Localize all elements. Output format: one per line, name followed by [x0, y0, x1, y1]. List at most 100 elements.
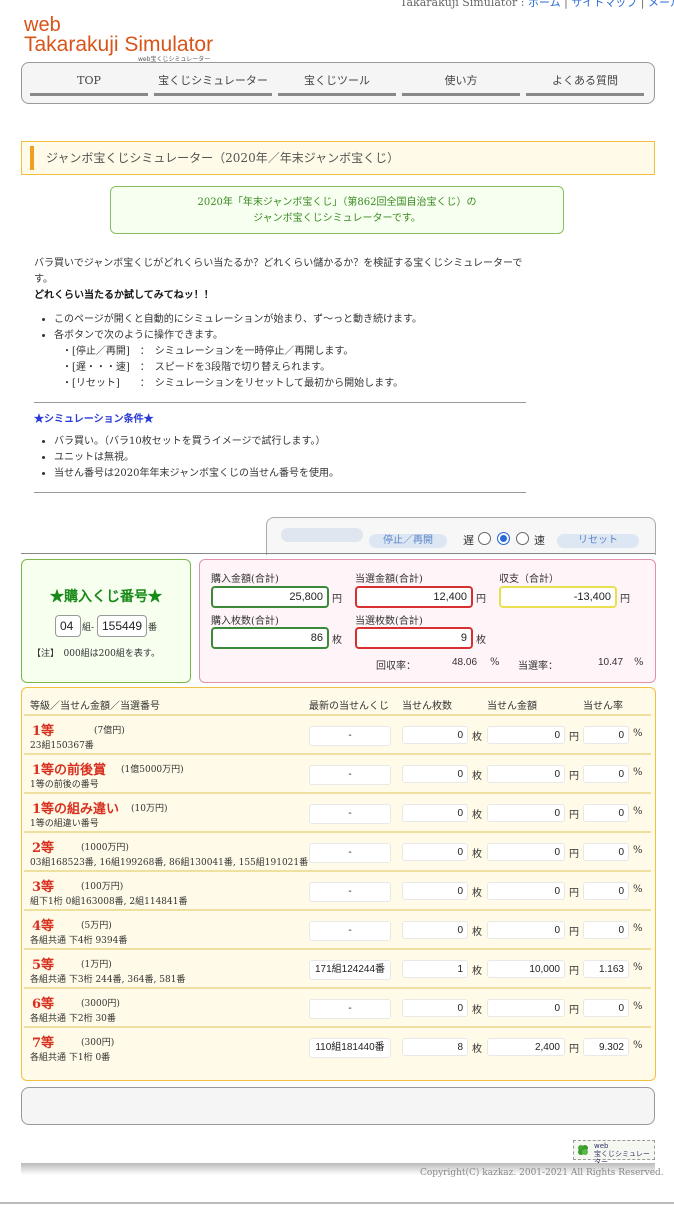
win-amount: 0: [487, 882, 565, 900]
winning-numbers: 各組共通 下2桁 30番: [30, 1014, 116, 1024]
speed-radio-slow[interactable]: [478, 532, 491, 545]
latest-win: -: [309, 882, 391, 902]
ticket-note: 【注】 000組は200組を表す。: [32, 649, 160, 659]
win-rate: 0: [583, 999, 629, 1017]
conditions-title: ★シミュレーション条件★: [34, 414, 154, 425]
reset-button[interactable]: リセット: [557, 534, 639, 548]
link-sitemap[interactable]: サイトマップ: [571, 0, 637, 9]
nav-howto[interactable]: 使い方: [402, 73, 520, 96]
count-unit: 枚: [472, 810, 482, 821]
page-title: ジャンボ宝くじシミュレーター（2020年／年末ジャンボ宝くじ）: [46, 151, 400, 165]
link-mail[interactable]: メール: [648, 0, 674, 9]
rate-unit: %: [633, 806, 643, 817]
grade-prize: (1000万円): [81, 843, 129, 853]
grade-prize: (5万円): [81, 921, 112, 931]
latest-win: 171組124244番: [309, 960, 391, 980]
nav-simulator[interactable]: 宝くじシミュレーター: [154, 73, 272, 96]
op-pause: ・[停止／再開] ： シミュレーションを一時停止／再開します。: [62, 346, 354, 357]
bullet-1: このページが開くと自動的にシミュレーションが始まり、ず〜っと動き続けます。: [54, 312, 528, 328]
th-rate: 当せん率: [583, 701, 623, 712]
table-row: 2等 (1000万円) 03組168523番, 16組199268番, 86組130…: [24, 831, 651, 869]
win-rate: 0: [583, 882, 629, 900]
pause-resume-button[interactable]: 停止／再開: [369, 534, 447, 548]
table-row: 6等 (3000円) 各組共通 下2桁 30番 -0 枚 0 円 0%: [24, 987, 651, 1025]
divider-2: [34, 492, 526, 493]
winning-numbers: 03組168523番, 16組199268番, 86組130041番, 155組…: [30, 858, 309, 868]
nav-tools[interactable]: 宝くじツール: [278, 73, 396, 96]
balance-unit: 円: [620, 594, 630, 605]
win-amount: 0: [487, 843, 565, 861]
rate-unit: %: [633, 845, 643, 856]
latest-win: 110組181440番: [309, 1038, 391, 1058]
purchase-amount: 25,800: [211, 586, 329, 608]
win-rate: 0: [583, 921, 629, 939]
grade-name: 2等: [32, 841, 55, 856]
main-nav: TOP 宝くじシミュレーター 宝くじツール 使い方 よくある質問: [21, 62, 655, 104]
return-rate-unit: %: [490, 657, 500, 668]
table-row: 1等 (7億円) 23組150367番 -0 枚 0 円 0%: [24, 714, 651, 752]
win-amount: 10,000: [487, 960, 565, 978]
nav-top[interactable]: TOP: [30, 73, 148, 96]
section-title: ジャンボ宝くじシミュレーター（2020年／年末ジャンボ宝くじ）: [21, 141, 655, 175]
amount-unit: 円: [569, 888, 579, 899]
notice-box: 2020年「年末ジャンボ宝くじ」（第862回全国自治宝くじ）の ジャンボ宝くじシ…: [110, 186, 564, 234]
win-amount: 0: [487, 804, 565, 822]
notice-line-1: 2020年「年末ジャンボ宝くじ」（第862回全国自治宝くじ）の: [197, 197, 477, 208]
rate-unit: %: [633, 728, 643, 739]
amount-unit: 円: [569, 1044, 579, 1055]
site-logo[interactable]: web Takarakuji Simulator web宝くじシミュレーター: [24, 15, 213, 64]
page-bottom-line: [0, 1202, 674, 1204]
purchase-amount-label: 購入金額(合計): [211, 574, 279, 585]
fast-label: 速: [534, 534, 545, 547]
win-count: 0: [402, 843, 468, 861]
grade-name: 1等の前後賞: [32, 763, 107, 778]
win-rate: 0: [583, 843, 629, 861]
win-count: 0: [402, 726, 468, 744]
nav-faq[interactable]: よくある質問: [526, 73, 644, 96]
control-bar: 停止／再開 遅 速 リセット: [266, 517, 656, 555]
condition-3: 当せん番号は2020年年末ジャンボ宝くじの当せん番号を使用。: [54, 466, 528, 482]
clover-icon: [578, 1145, 588, 1155]
winning-numbers: 各組共通 下4桁 9394番: [30, 936, 128, 946]
speed-radio-fast[interactable]: [516, 532, 529, 545]
win-count: 1: [402, 960, 468, 978]
speed-radio-mid[interactable]: [497, 532, 510, 545]
op-reset: ・[リセット] ： シミュレーションをリセットして最初から開始します。: [62, 378, 404, 389]
count-unit: 枚: [472, 732, 482, 743]
rate-unit: %: [633, 767, 643, 778]
th-grade: 等級／当せん金額／当選番号: [30, 701, 160, 712]
count-unit: 枚: [472, 888, 482, 899]
description-bold: どれくらい当たるか試してみてねッ！！: [34, 290, 214, 301]
win-rate: 9.302: [583, 1038, 629, 1056]
status-pill: [281, 528, 363, 542]
win-rate: 0: [583, 765, 629, 783]
win-count: 8: [402, 1038, 468, 1056]
grade-prize: (3000円): [81, 999, 120, 1009]
latest-win: -: [309, 726, 391, 746]
description-para: バラ買いでジャンボ宝くじがどれくらい当たるか？どれくらい儲かるか？を検証する宝く…: [34, 258, 523, 285]
winning-numbers: 23組150367番: [30, 741, 94, 751]
copyright: Copyright(C) kazkaz. 2001-2021 All Right…: [420, 1168, 664, 1178]
top-links: Takarakuji Simulator : ホーム | サイトマップ | メー…: [400, 0, 674, 10]
title-bar: [30, 146, 34, 170]
purchase-count: 86: [211, 627, 329, 649]
amount-unit: 円: [569, 810, 579, 821]
win-rate: 0: [583, 726, 629, 744]
condition-1: バラ買い。（バラ10枚セットを買うイメージで試行します。）: [54, 434, 528, 450]
ticket-number: 155449: [97, 615, 147, 637]
ticket-number-suffix: 番: [148, 623, 158, 633]
link-home[interactable]: ホーム: [528, 0, 561, 9]
count-unit: 枚: [472, 849, 482, 860]
ticket-group: 04: [55, 615, 81, 637]
return-rate: 48.06: [452, 657, 478, 668]
latest-win: -: [309, 999, 391, 1019]
results-table: 等級／当せん金額／当選番号 最新の当せんくじ 当せん枚数 当せん金額 当せん率 …: [21, 687, 656, 1081]
grade-name: 4等: [32, 919, 55, 934]
site-badge[interactable]: web 宝くじシミュレーター: [573, 1140, 655, 1166]
table-row: 4等 (5万円) 各組共通 下4桁 9394番 -0 枚 0 円 0%: [24, 909, 651, 947]
count-unit: 枚: [472, 1005, 482, 1016]
amount-unit: 円: [569, 732, 579, 743]
grade-name: 3等: [32, 880, 55, 895]
bottom-panel: [21, 1087, 655, 1125]
win-amount: 0: [487, 999, 565, 1017]
